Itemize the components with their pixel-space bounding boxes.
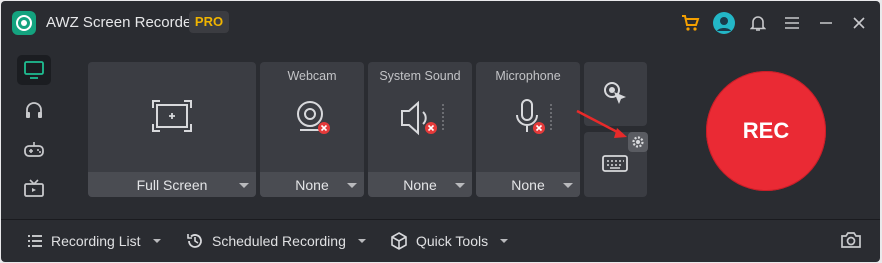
cart-icon[interactable]	[678, 11, 702, 35]
quick-tools-label: Quick Tools	[416, 233, 489, 249]
scheduled-recording-menu[interactable]: Scheduled Recording	[186, 230, 366, 252]
cursor-click-icon	[604, 82, 626, 104]
scheduled-recording-label: Scheduled Recording	[212, 233, 346, 249]
chevron-down-icon	[500, 239, 509, 243]
chevron-down-icon	[347, 183, 357, 188]
tools-settings-button[interactable]	[628, 132, 648, 152]
chevron-down-icon	[239, 183, 249, 188]
list-icon	[28, 235, 42, 247]
sidebar-item-tv[interactable]	[17, 173, 51, 203]
menu-icon[interactable]	[780, 11, 804, 35]
settings-gear-icon	[632, 136, 644, 148]
app-title: AWZ Screen Recorder	[46, 14, 197, 31]
screen-area-panel[interactable]: Full Screen	[88, 62, 256, 197]
bell-icon[interactable]	[746, 11, 770, 35]
bottom-bar: Recording List Scheduled Recording Quick…	[1, 220, 880, 262]
clock-icon	[187, 234, 202, 248]
webcam-panel[interactable]: Webcam None	[260, 62, 364, 197]
chevron-down-icon	[455, 183, 465, 188]
system-sound-dropdown[interactable]: None	[368, 172, 472, 197]
keyboard-icon	[602, 155, 628, 172]
gamepad-icon	[24, 142, 44, 157]
microphone-label: Microphone	[495, 69, 561, 83]
monitor-icon	[24, 61, 44, 79]
webcam-icon	[297, 101, 330, 134]
sidebar-item-screen[interactable]	[17, 55, 51, 85]
webcam-dropdown[interactable]: None	[260, 172, 364, 197]
user-avatar-icon[interactable]	[712, 11, 736, 35]
tv-icon	[24, 179, 44, 197]
microphone-icon	[516, 99, 552, 134]
app-window: AWZ Screen Recorder PRO Full Screen Webc…	[1, 1, 880, 262]
sidebar-item-audio[interactable]	[17, 95, 51, 125]
screenshot-button[interactable]	[840, 231, 864, 251]
quick-tools-menu[interactable]: Quick Tools	[390, 230, 509, 252]
microphone-panel[interactable]: Microphone None	[476, 62, 580, 197]
system-sound-label: System Sound	[379, 69, 461, 83]
system-sound-panel[interactable]: System Sound None	[368, 62, 472, 197]
speaker-icon	[401, 100, 444, 136]
chevron-down-icon	[152, 239, 161, 243]
chevron-down-icon	[563, 183, 573, 188]
record-button[interactable]: REC	[706, 71, 826, 191]
red-arrow-annotation	[576, 109, 627, 138]
pro-badge[interactable]: PRO	[189, 11, 229, 33]
recording-list-menu[interactable]: Recording List	[27, 230, 161, 252]
title-bar: AWZ Screen Recorder PRO	[1, 1, 880, 45]
headphones-icon	[26, 102, 42, 118]
screen-area-value: Full Screen	[136, 177, 208, 193]
screen-area-dropdown[interactable]: Full Screen	[88, 172, 256, 197]
camera-icon	[841, 232, 861, 248]
screen-region-icon	[152, 100, 192, 132]
chevron-down-icon	[357, 239, 366, 243]
close-icon[interactable]	[847, 11, 871, 35]
webcam-label: Webcam	[287, 69, 337, 83]
sidebar-item-game[interactable]	[17, 134, 51, 164]
cube-icon	[391, 232, 407, 250]
mode-sidebar	[1, 45, 67, 219]
recording-list-label: Recording List	[51, 233, 141, 249]
microphone-dropdown[interactable]: None	[476, 172, 580, 197]
minimize-icon[interactable]	[814, 11, 838, 35]
app-logo-icon	[12, 11, 36, 35]
